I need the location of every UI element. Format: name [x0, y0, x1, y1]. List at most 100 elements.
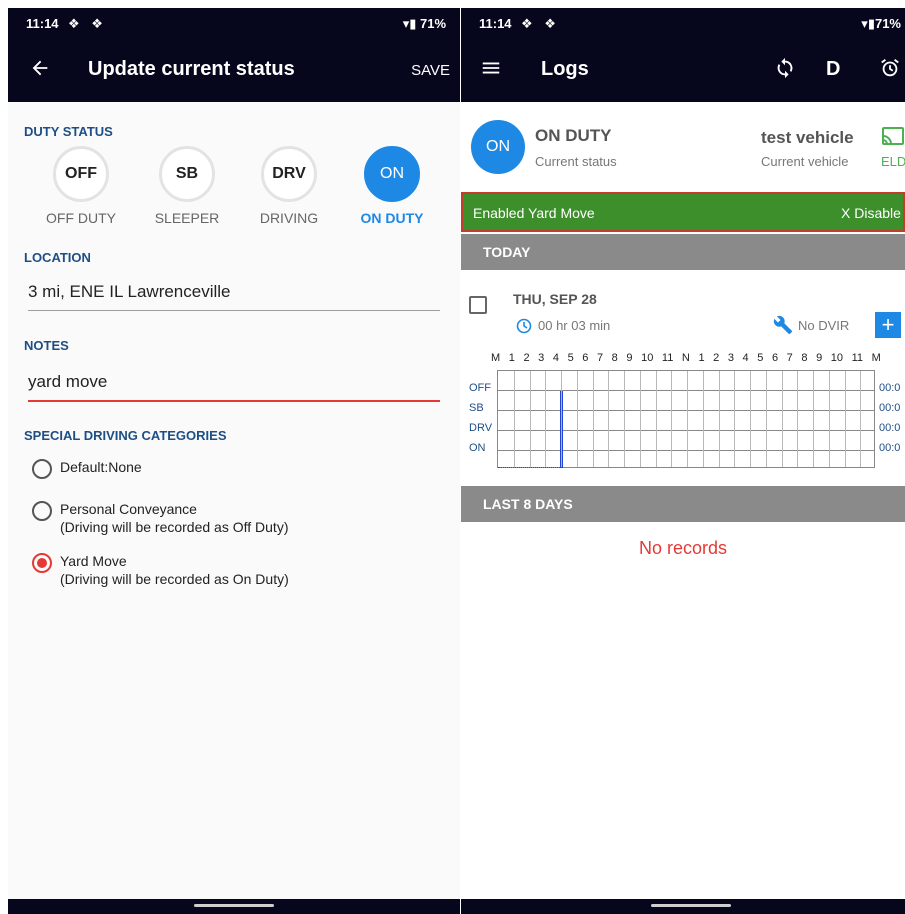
- hour-labels: M 1 2 3 4 5 6 7 8 9 10 11 N 1 2 3 4 5 6 7 8 9 10 11 M: [491, 352, 881, 364]
- hour-label: 5: [567, 352, 574, 364]
- row-label-off: OFF: [469, 382, 491, 394]
- hour-label: 10: [641, 352, 654, 364]
- hour-label: 1: [508, 352, 515, 364]
- grid-column: [734, 371, 736, 467]
- radio-personal-conveyance[interactable]: [32, 501, 52, 521]
- hour-label: M: [491, 352, 501, 364]
- update-status-screen: 11:14 ❖ ❖ ▾▮ 71% Update current status S…: [8, 8, 460, 914]
- driving-label: DRIVING: [259, 210, 319, 226]
- alarm-clock-icon[interactable]: [876, 54, 904, 82]
- grid-column: [592, 371, 594, 467]
- hour-label: M: [871, 352, 881, 364]
- home-pill[interactable]: [651, 904, 731, 907]
- on-duty-button[interactable]: ON: [364, 146, 420, 202]
- current-status-title: ON DUTY: [535, 126, 612, 145]
- notes-field[interactable]: yard move: [28, 372, 440, 402]
- dvir-label[interactable]: No DVIR: [798, 318, 849, 333]
- row-total-on: 00:0: [879, 442, 901, 454]
- option-personal-conveyance[interactable]: Personal Conveyance (Driving will be rec…: [32, 500, 288, 536]
- today-header: TODAY: [461, 234, 905, 270]
- grid-column: [718, 371, 720, 467]
- location-field[interactable]: 3 mi, ENE IL Lawrenceville: [28, 282, 440, 311]
- vehicle-name[interactable]: test vehicle: [761, 128, 854, 148]
- hour-label: 8: [611, 352, 618, 364]
- hour-label: 7: [786, 352, 793, 364]
- status-time: 11:14: [26, 16, 59, 31]
- notification-icons: ❖ ❖: [68, 16, 107, 31]
- menu-icon[interactable]: [477, 54, 505, 82]
- sleeper-button[interactable]: SB: [159, 146, 215, 202]
- grid-column: [608, 371, 610, 467]
- disable-button[interactable]: X Disable: [841, 205, 901, 221]
- status-bar: 11:14 ❖ ❖ ▾▮ 71%: [8, 8, 460, 38]
- hour-label: 1: [698, 352, 705, 364]
- sleeper-label: SLEEPER: [154, 210, 220, 226]
- hour-label: 9: [816, 352, 823, 364]
- notification-icons: ❖ ❖: [521, 16, 560, 31]
- hour-label: 11: [661, 352, 674, 364]
- grid-column: [576, 371, 578, 467]
- duration-text: 00 hr 03 min: [538, 318, 611, 333]
- hour-label: 10: [830, 352, 844, 364]
- option-yard-move[interactable]: Yard Move (Driving will be recorded as O…: [32, 552, 289, 588]
- grid-column: [797, 371, 799, 467]
- option-default[interactable]: Default:None: [32, 458, 142, 479]
- hour-label: N: [681, 352, 690, 364]
- duty-status-label: DUTY STATUS: [24, 124, 113, 139]
- row-label-sb: SB: [469, 402, 484, 414]
- no-records-text: No records: [638, 538, 728, 558]
- banner-text: Enabled Yard Move: [473, 205, 595, 221]
- hour-label: 4: [742, 352, 749, 364]
- option-yard-move-desc: (Driving will be recorded as On Duty): [60, 571, 289, 587]
- add-log-button[interactable]: +: [875, 312, 901, 338]
- sync-icon[interactable]: [771, 54, 799, 82]
- grid-column: [828, 371, 830, 467]
- app-bar: Update current status SAVE: [8, 38, 460, 102]
- hour-label: 5: [757, 352, 764, 364]
- grid-column: [529, 371, 531, 467]
- clock-icon: [516, 318, 532, 334]
- eld-label: ELD: [881, 154, 905, 169]
- home-pill[interactable]: [194, 904, 274, 907]
- option-default-label: Default:None: [60, 459, 142, 475]
- hour-label: 2: [523, 352, 530, 364]
- row-total-sb: 00:0: [879, 402, 901, 414]
- radio-default[interactable]: [32, 459, 52, 479]
- notes-label: NOTES: [24, 338, 69, 353]
- day-checkbox[interactable]: [469, 296, 487, 314]
- off-duty-label: OFF DUTY: [46, 210, 116, 226]
- battery-indicator: ▾▮71%: [861, 16, 901, 31]
- location-label: LOCATION: [24, 250, 91, 265]
- grid-column: [765, 371, 767, 467]
- hour-label: 3: [538, 352, 545, 364]
- battery-indicator: ▾▮ 71%: [402, 16, 446, 31]
- back-arrow-icon[interactable]: [26, 54, 54, 82]
- option-yard-move-label: Yard Move: [60, 553, 127, 569]
- driving-button[interactable]: DRV: [261, 146, 317, 202]
- last-8-days-label: LAST 8 DAYS: [483, 496, 573, 512]
- hour-label: 2: [713, 352, 720, 364]
- radio-yard-move[interactable]: [32, 553, 52, 573]
- duty-line-on: [498, 467, 562, 468]
- row-total-off: 00:0: [879, 382, 901, 394]
- off-duty-button[interactable]: OFF: [53, 146, 109, 202]
- hour-label: 7: [596, 352, 604, 364]
- app-bar: Logs D: [461, 38, 905, 102]
- hour-label: 9: [626, 352, 633, 364]
- eld-cast-icon[interactable]: [881, 126, 905, 146]
- yard-move-banner: Enabled Yard Move X Disable: [461, 192, 905, 232]
- hour-label: 6: [582, 352, 589, 364]
- option-personal-conveyance-label: Personal Conveyance: [60, 501, 197, 517]
- hour-label: 6: [771, 352, 779, 364]
- current-status-subtitle: Current status: [535, 154, 617, 169]
- nav-bar: [8, 899, 460, 914]
- d-button[interactable]: D: [826, 58, 840, 81]
- hour-label: 4: [552, 352, 559, 364]
- grid-column: [750, 371, 751, 467]
- grid-column: [545, 371, 547, 467]
- row-label-on: ON: [469, 442, 486, 454]
- save-button[interactable]: SAVE: [411, 62, 450, 79]
- current-status-circle: ON: [471, 120, 525, 174]
- grid-column: [639, 371, 641, 467]
- grid-column: [702, 371, 704, 467]
